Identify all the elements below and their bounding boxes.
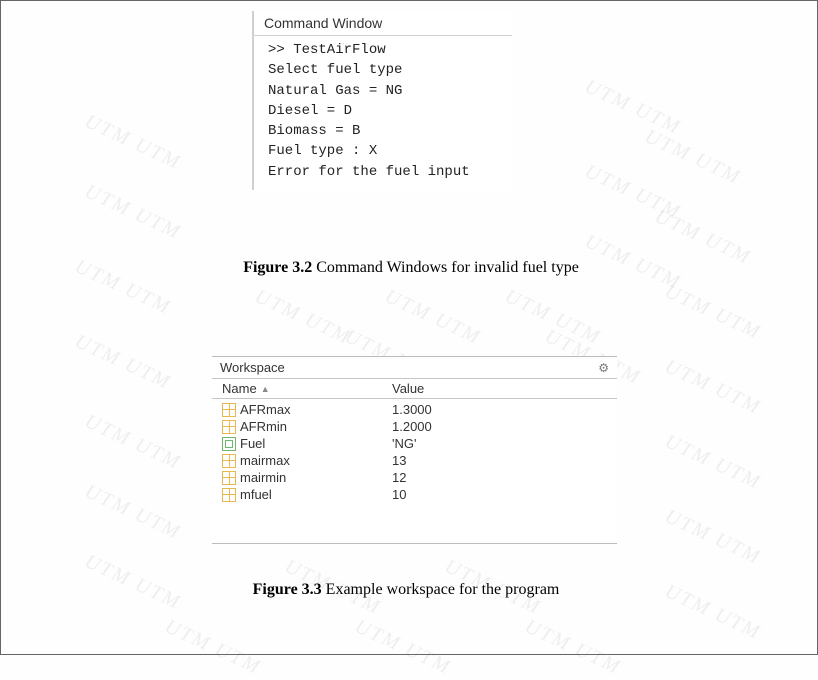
figure-caption-2-num: Figure 3.3 (253, 581, 322, 598)
figure-caption-2: Figure 3.3 Example workspace for the pro… (216, 581, 596, 599)
figure-caption-1-text: Command Windows for invalid fuel type (312, 259, 579, 276)
watermark: UTM UTM (81, 410, 184, 475)
var-name: AFRmin (240, 419, 287, 434)
var-name: AFRmax (240, 402, 291, 417)
var-value: 10 (392, 487, 617, 502)
watermark: UTM UTM (81, 550, 184, 615)
cmd-line: Select fuel type (268, 60, 504, 80)
var-value: 1.3000 (392, 402, 617, 417)
cmd-line: Diesel = D (268, 101, 504, 121)
figure-caption-1: Figure 3.2 Command Windows for invalid f… (231, 259, 591, 277)
watermark: UTM UTM (71, 330, 174, 395)
watermark: UTM UTM (381, 285, 484, 350)
watermark: UTM UTM (501, 285, 604, 350)
var-value: 1.2000 (392, 419, 617, 434)
figure-caption-1-num: Figure 3.2 (243, 259, 312, 276)
workspace-rows: AFRmax 1.3000 AFRmin 1.2000 Fuel 'NG' ma… (212, 399, 617, 543)
watermark: UTM UTM (661, 580, 764, 645)
watermark: UTM UTM (581, 230, 684, 295)
command-window-body: >> TestAirFlow Select fuel type Natural … (252, 36, 512, 190)
watermark: UTM UTM (581, 75, 684, 140)
variable-numeric-icon (222, 471, 236, 485)
watermark: UTM UTM (71, 255, 174, 320)
watermark: UTM UTM (661, 505, 764, 570)
cmd-line: Error for the fuel input (268, 162, 504, 182)
watermark: UTM UTM (581, 160, 684, 225)
command-window-title: Command Window (252, 11, 512, 36)
variable-numeric-icon (222, 403, 236, 417)
watermark: UTM UTM (651, 205, 754, 270)
variable-string-icon (222, 437, 236, 451)
sort-asc-icon: ▲ (261, 384, 270, 394)
watermark: UTM UTM (81, 110, 184, 175)
cmd-line: >> TestAirFlow (268, 40, 504, 60)
table-row[interactable]: mairmin 12 (212, 469, 617, 486)
var-name: mairmin (240, 470, 286, 485)
watermark: UTM UTM (521, 615, 624, 680)
variable-numeric-icon (222, 454, 236, 468)
watermark: UTM UTM (251, 285, 354, 350)
var-value: 'NG' (392, 436, 617, 451)
column-header-name-label: Name (222, 381, 257, 396)
command-window: Command Window >> TestAirFlow Select fue… (252, 11, 512, 190)
workspace-panel: Workspace ⚙ Name ▲ Value AFRmax 1.3000 A… (212, 356, 617, 544)
var-name: mairmax (240, 453, 290, 468)
watermark: UTM UTM (661, 430, 764, 495)
var-value: 12 (392, 470, 617, 485)
watermark: UTM UTM (81, 180, 184, 245)
figure-caption-2-text: Example workspace for the program (322, 581, 560, 598)
watermark: UTM UTM (661, 355, 764, 420)
workspace-columns: Name ▲ Value (212, 379, 617, 399)
workspace-title: Workspace (220, 360, 285, 375)
var-name: Fuel (240, 436, 265, 451)
watermark: UTM UTM (661, 280, 764, 345)
cmd-line: Biomass = B (268, 121, 504, 141)
watermark: UTM UTM (641, 125, 744, 190)
cmd-line: Natural Gas = NG (268, 81, 504, 101)
watermark: UTM UTM (351, 615, 454, 680)
column-header-value[interactable]: Value (392, 381, 617, 396)
cmd-line: Fuel type : X (268, 141, 504, 161)
table-row[interactable]: Fuel 'NG' (212, 435, 617, 452)
table-row[interactable]: AFRmax 1.3000 (212, 401, 617, 418)
watermark: UTM UTM (81, 480, 184, 545)
table-row[interactable]: AFRmin 1.2000 (212, 418, 617, 435)
variable-numeric-icon (222, 488, 236, 502)
column-header-name[interactable]: Name ▲ (212, 381, 392, 396)
panel-menu-icon[interactable]: ⚙ (598, 361, 609, 375)
table-row[interactable]: mfuel 10 (212, 486, 617, 503)
workspace-header: Workspace ⚙ (212, 357, 617, 379)
var-name: mfuel (240, 487, 272, 502)
watermark: UTM UTM (161, 615, 264, 680)
table-row[interactable]: mairmax 13 (212, 452, 617, 469)
variable-numeric-icon (222, 420, 236, 434)
var-value: 13 (392, 453, 617, 468)
